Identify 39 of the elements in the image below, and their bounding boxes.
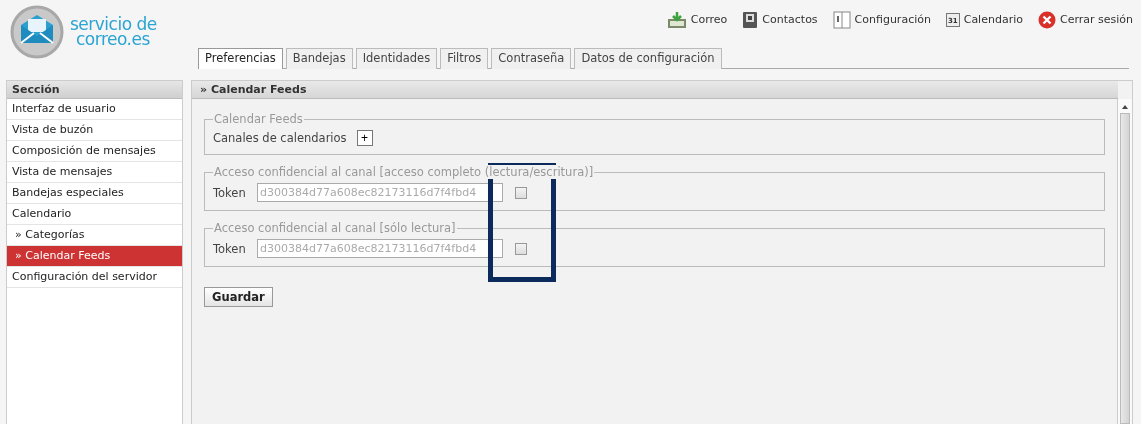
nav-link[interactable]: Contactos (742, 9, 818, 30)
sidebar-header: Sección (7, 81, 182, 99)
fieldset-legend: Calendar Feeds (213, 112, 304, 126)
sidebar-item[interactable]: Configuración del servidor (7, 267, 182, 288)
panel-title: » Calendar Feeds (192, 81, 1118, 99)
tab[interactable]: Filtros (440, 48, 489, 69)
scrollbar[interactable] (1117, 99, 1132, 424)
sidebar-item[interactable]: Composición de mensajes (7, 141, 182, 162)
sidebar-item[interactable]: Calendario (7, 204, 182, 225)
checkbox[interactable] (515, 242, 527, 255)
logo-text: correo.es (76, 32, 150, 47)
tab[interactable]: Datos de configuración (574, 48, 722, 69)
tab[interactable]: Preferencias (198, 48, 283, 69)
scroll-up-icon[interactable] (1122, 105, 1128, 109)
logo-text: servicio de (70, 17, 157, 32)
sidebar-item[interactable]: Vista de mensajes (7, 162, 182, 183)
nav-link[interactable]: Correo (666, 9, 728, 30)
nav-link[interactable]: Cerrar sesión (1037, 9, 1133, 30)
sidebar-item[interactable]: » Calendar Feeds (7, 246, 182, 267)
field-label: Canales de calendarios (213, 131, 347, 145)
fieldset-legend: Acceso confidencial al canal [sólo lectura] (213, 221, 457, 235)
checkbox[interactable] (515, 186, 527, 199)
fieldset-legend: Acceso confidencial al canal [acceso completo (lectura/escritura)] (213, 165, 595, 179)
close-icon (1037, 10, 1056, 29)
sidebar-item[interactable]: Vista de buzón (7, 120, 182, 141)
nav-link[interactable]: Configuración (832, 9, 931, 30)
inbox-tray-icon (666, 10, 687, 29)
field-label: Token (213, 241, 247, 256)
panel-icon (832, 10, 851, 29)
sidebar-item[interactable]: Interfaz de usuario (7, 99, 182, 120)
add-button[interactable]: + (356, 130, 373, 146)
field-label: Token (213, 185, 247, 200)
save-button[interactable]: Guardar (204, 287, 273, 307)
tab[interactable]: Bandejas (285, 48, 353, 69)
tab[interactable]: Contraseña (491, 48, 572, 69)
tab[interactable]: Identidades (355, 48, 438, 69)
envelope-logo-icon (10, 5, 64, 59)
sidebar-item[interactable]: Bandejas especiales (7, 183, 182, 204)
address-book-icon (742, 10, 759, 29)
